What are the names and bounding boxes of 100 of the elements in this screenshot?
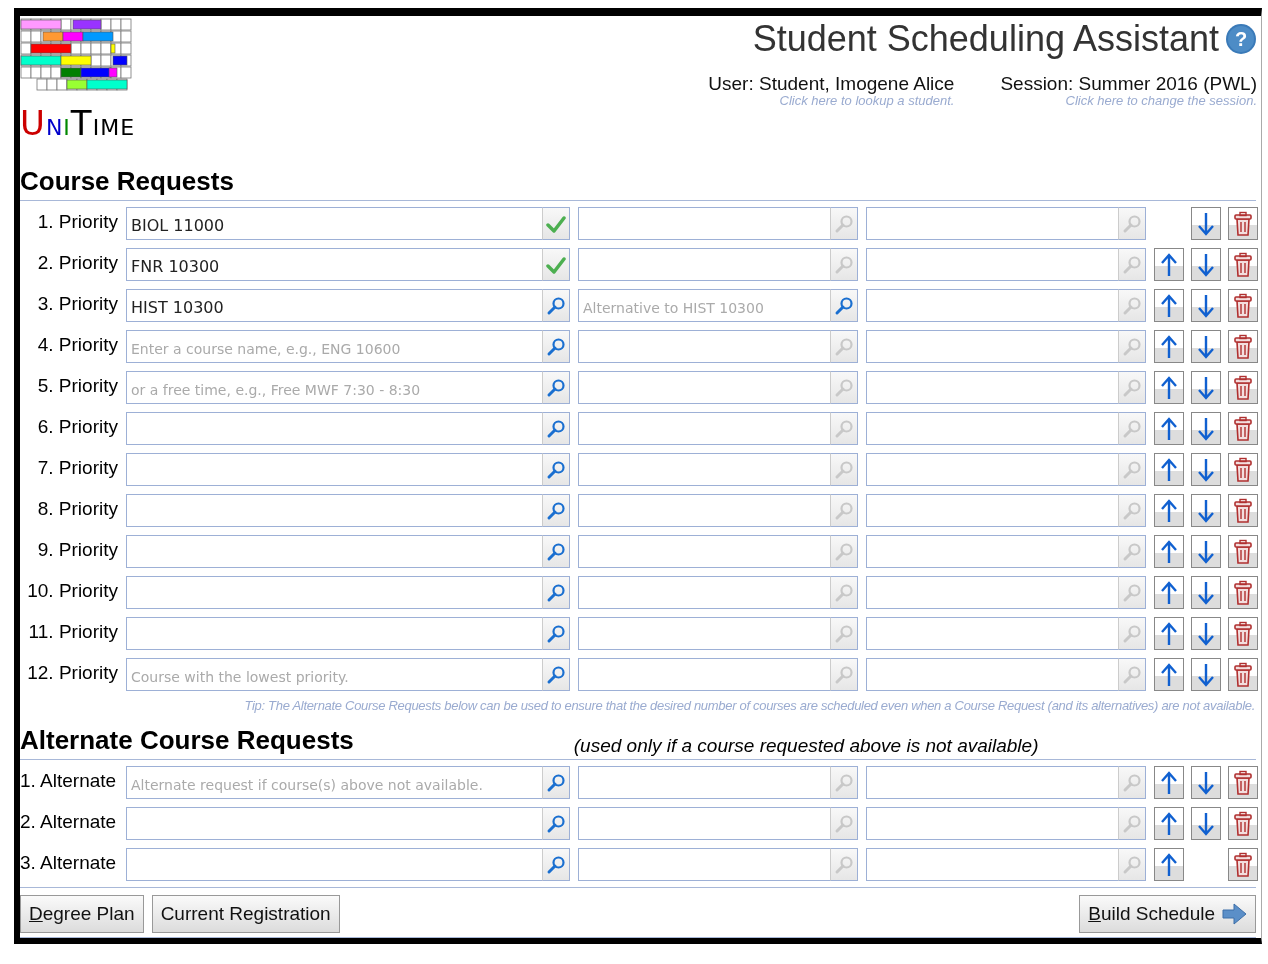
move-down-button[interactable] (1191, 617, 1221, 650)
course-input[interactable] (126, 848, 542, 881)
move-up-button[interactable] (1154, 248, 1184, 281)
course-input[interactable] (578, 617, 830, 650)
action-button[interactable]: Current Registration (151, 895, 340, 933)
course-input[interactable]: Course with the lowest priority. (126, 658, 542, 691)
move-up-button[interactable] (1154, 412, 1184, 445)
delete-button[interactable] (1228, 207, 1258, 240)
course-input[interactable] (866, 207, 1118, 240)
course-input[interactable] (866, 371, 1118, 404)
delete-button[interactable] (1228, 617, 1258, 650)
course-input[interactable] (578, 371, 830, 404)
help-icon[interactable]: ? (1225, 23, 1257, 55)
course-input[interactable] (578, 330, 830, 363)
search-button[interactable] (542, 371, 570, 404)
move-up-button[interactable] (1154, 330, 1184, 363)
move-down-button[interactable] (1191, 207, 1221, 240)
delete-button[interactable] (1228, 371, 1258, 404)
course-input[interactable] (866, 248, 1118, 281)
move-up-button[interactable] (1154, 289, 1184, 322)
search-button[interactable] (542, 453, 570, 486)
check-button[interactable] (542, 248, 570, 281)
move-down-button[interactable] (1191, 494, 1221, 527)
search-button[interactable] (542, 412, 570, 445)
course-input[interactable] (866, 807, 1118, 840)
course-input[interactable]: HIST 10300 (126, 289, 542, 322)
delete-button[interactable] (1228, 576, 1258, 609)
course-input[interactable] (126, 494, 542, 527)
course-input[interactable] (866, 576, 1118, 609)
course-input[interactable] (578, 766, 830, 799)
move-up-button[interactable] (1154, 807, 1184, 840)
course-input[interactable]: Alternative to HIST 10300 (578, 289, 830, 322)
move-down-button[interactable] (1191, 412, 1221, 445)
delete-button[interactable] (1228, 248, 1258, 281)
move-up-button[interactable] (1154, 535, 1184, 568)
course-input[interactable] (866, 535, 1118, 568)
move-down-button[interactable] (1191, 371, 1221, 404)
course-input[interactable] (866, 453, 1118, 486)
search-button[interactable] (542, 535, 570, 568)
course-input[interactable] (866, 766, 1118, 799)
delete-button[interactable] (1228, 766, 1258, 799)
course-input[interactable]: Alternate request if course(s) above not available. (126, 766, 542, 799)
delete-button[interactable] (1228, 848, 1258, 881)
course-input[interactable] (866, 412, 1118, 445)
move-up-button[interactable] (1154, 617, 1184, 650)
move-up-button[interactable] (1154, 576, 1184, 609)
course-input[interactable] (578, 248, 830, 281)
search-button[interactable] (542, 848, 570, 881)
course-input[interactable] (578, 535, 830, 568)
delete-button[interactable] (1228, 535, 1258, 568)
move-down-button[interactable] (1191, 330, 1221, 363)
search-button[interactable] (542, 576, 570, 609)
course-input[interactable] (866, 330, 1118, 363)
course-input[interactable] (126, 617, 542, 650)
action-button[interactable]: Build Schedule (1079, 895, 1256, 933)
course-input[interactable] (578, 848, 830, 881)
course-input[interactable] (126, 453, 542, 486)
course-input[interactable] (866, 617, 1118, 650)
check-button[interactable] (542, 207, 570, 240)
course-input[interactable] (866, 658, 1118, 691)
move-up-button[interactable] (1154, 766, 1184, 799)
delete-button[interactable] (1228, 412, 1258, 445)
move-down-button[interactable] (1191, 453, 1221, 486)
course-input[interactable] (126, 576, 542, 609)
course-input[interactable] (866, 289, 1118, 322)
search-button[interactable] (542, 807, 570, 840)
search-button[interactable] (542, 494, 570, 527)
course-input[interactable] (578, 207, 830, 240)
move-down-button[interactable] (1191, 766, 1221, 799)
course-input[interactable] (578, 576, 830, 609)
course-input[interactable]: Enter a course name, e.g., ENG 10600 (126, 330, 542, 363)
search-button[interactable] (542, 330, 570, 363)
delete-button[interactable] (1228, 658, 1258, 691)
search-button[interactable] (830, 289, 858, 322)
move-down-button[interactable] (1191, 535, 1221, 568)
course-input[interactable] (866, 494, 1118, 527)
course-input[interactable] (126, 412, 542, 445)
move-up-button[interactable] (1154, 371, 1184, 404)
course-input[interactable] (578, 494, 830, 527)
move-down-button[interactable] (1191, 289, 1221, 322)
move-down-button[interactable] (1191, 658, 1221, 691)
delete-button[interactable] (1228, 453, 1258, 486)
delete-button[interactable] (1228, 807, 1258, 840)
course-input[interactable]: FNR 10300 (126, 248, 542, 281)
move-up-button[interactable] (1154, 494, 1184, 527)
course-input[interactable] (126, 807, 542, 840)
course-input[interactable] (866, 848, 1118, 881)
course-input[interactable] (126, 535, 542, 568)
search-button[interactable] (542, 658, 570, 691)
delete-button[interactable] (1228, 330, 1258, 363)
move-up-button[interactable] (1154, 658, 1184, 691)
move-up-button[interactable] (1154, 453, 1184, 486)
search-button[interactable] (542, 617, 570, 650)
course-input[interactable] (578, 807, 830, 840)
course-input[interactable] (578, 453, 830, 486)
move-down-button[interactable] (1191, 807, 1221, 840)
course-input[interactable] (578, 412, 830, 445)
delete-button[interactable] (1228, 494, 1258, 527)
course-input[interactable]: BIOL 11000 (126, 207, 542, 240)
course-input[interactable]: or a free time, e.g., Free MWF 7:30 - 8:30 (126, 371, 542, 404)
